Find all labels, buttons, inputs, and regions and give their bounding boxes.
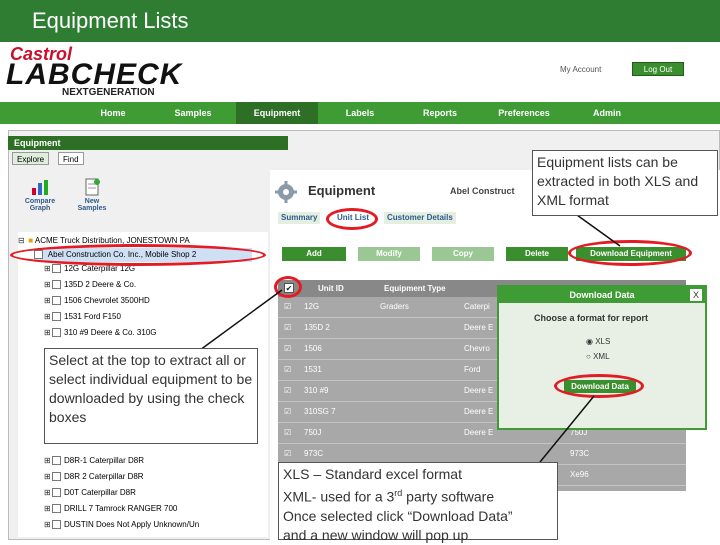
callout-formats: Equipment lists can be extracted in both…	[532, 150, 718, 216]
callout-pointers	[199, 209, 621, 463]
callout-xml-text-2: party software	[402, 488, 495, 505]
callout-download: XLS – Standard excel format XML- used fo…	[278, 462, 558, 543]
callout-checkboxes: Select at the top to extract all or sele…	[44, 348, 258, 444]
callout-xml-text: XML- used for a 3	[283, 488, 395, 505]
callout-line-click: Once selected click “Download Data”	[283, 507, 513, 524]
callout-line-xls: XLS – Standard excel format	[283, 466, 462, 482]
callout-line-xml: XML- used for a 3rd party software	[283, 484, 553, 507]
callout-line-popup: and a new window will pop up	[283, 526, 469, 543]
